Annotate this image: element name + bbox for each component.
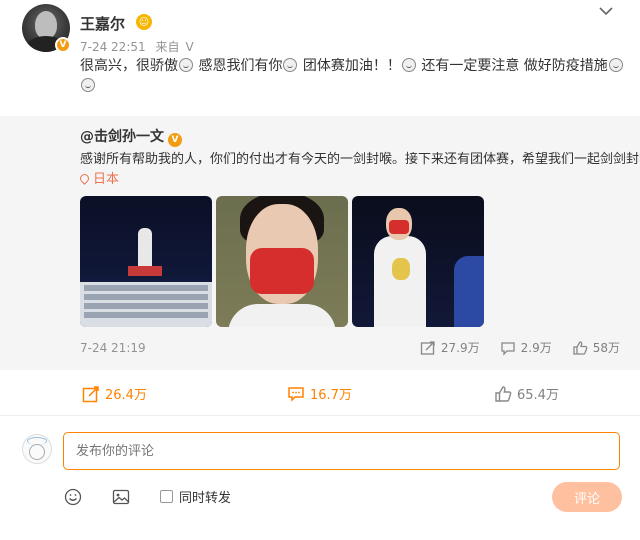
repost-comment-button[interactable]: 2.9万: [500, 339, 552, 356]
photo-portrait[interactable]: [216, 196, 348, 327]
photo-mask: [250, 248, 314, 294]
verified-badge-icon: V: [55, 37, 71, 53]
author-name[interactable]: 王嘉尔: [80, 13, 125, 34]
repost-checkbox[interactable]: [160, 490, 173, 503]
post-meta: 7-24 22:51 来自 V: [80, 38, 200, 55]
repost-author[interactable]: @击剑孙一文 V: [80, 126, 182, 147]
photo-mask: [389, 220, 409, 234]
repost-text: 感谢所有帮助我的人，你们的付出才有今天的一剑封喉。接下来还有团体赛，希望我们一起…: [80, 152, 640, 167]
repost-like-count: 58万: [592, 341, 620, 355]
submit-comment-button[interactable]: 评论: [552, 482, 622, 512]
repost-location[interactable]: 日本: [78, 168, 119, 187]
photo-other-athlete: [454, 256, 484, 327]
collapse-chevron-icon[interactable]: [598, 4, 614, 18]
vip-badge-icon[interactable]: ☺: [136, 14, 152, 30]
photo-flowers: [392, 258, 410, 280]
verified-badge-icon: V: [168, 133, 182, 147]
avatar-head: [29, 444, 45, 460]
commenter-avatar: [22, 434, 52, 464]
comment-icon: [288, 386, 304, 402]
comment-button[interactable]: 16.7万: [287, 384, 352, 403]
photo-figure: [138, 228, 152, 268]
photo-torso: [374, 236, 426, 327]
post-date[interactable]: 7-24 22:51: [80, 40, 146, 54]
repost-comment-count: 2.9万: [520, 341, 552, 355]
post-action-bar: 26.4万 16.7万 65.4万: [0, 370, 640, 416]
repost-location-label[interactable]: 日本: [93, 172, 119, 187]
emoji-icon: [179, 58, 193, 72]
repost-count: 26.4万: [105, 388, 147, 403]
like-count: 65.4万: [517, 388, 559, 403]
photo-scoreboard: [80, 282, 212, 327]
post-header: V 王嘉尔 ☺ 7-24 22:51 来自 V: [22, 4, 622, 56]
post-text: 很高兴，很骄傲 感恩我们有你 团体赛加油！！ 还有一定要注意 做好防疫措施: [80, 56, 625, 96]
repost-actions: 27.9万 2.9万 58万: [400, 339, 620, 356]
emoji-icon: [401, 58, 416, 72]
avatar-face: [35, 11, 57, 39]
repost-repost-button[interactable]: 27.9万: [420, 339, 480, 356]
repost-time[interactable]: 7-24 21:19: [80, 341, 146, 355]
photo-podium[interactable]: [80, 196, 212, 327]
post-text-part: 团体赛加油！！: [302, 58, 401, 74]
photo-ceremony[interactable]: [352, 196, 484, 327]
repost-like-button[interactable]: 58万: [572, 339, 620, 356]
emoji-icon: [608, 58, 623, 72]
like-button[interactable]: 65.4万: [494, 384, 559, 403]
post-text-part: 很高兴，很骄傲: [80, 58, 178, 74]
emoji-icon: [283, 58, 298, 72]
repost-card[interactable]: @击剑孙一文 V 感谢所有帮助我的人，你们的付出才有今天的一剑封喉。接下来还有团体…: [0, 116, 640, 370]
like-icon: [573, 340, 588, 355]
post-text-part: 感恩我们有你: [198, 58, 283, 74]
image-upload-icon[interactable]: [112, 488, 130, 506]
repost-icon: [420, 340, 435, 355]
repost-repost-count: 27.9万: [440, 341, 480, 355]
repost-button[interactable]: 26.4万: [82, 384, 147, 403]
photo-collar: [228, 304, 336, 327]
comment-icon: [500, 341, 515, 356]
post-source-label: 来自: [155, 40, 180, 54]
emoji-icon: [81, 78, 95, 92]
repost-icon: [82, 385, 99, 402]
repost-author-name[interactable]: @击剑孙一文: [80, 129, 164, 145]
emoji-picker-icon[interactable]: [64, 488, 82, 506]
post-source-app[interactable]: V: [185, 40, 193, 54]
photo-podium-block: [128, 266, 162, 276]
repost-option-label[interactable]: 同时转发: [179, 487, 231, 506]
post-text-part: 还有一定要注意 做好防疫措施: [421, 58, 608, 74]
comment-count: 16.7万: [310, 388, 352, 403]
like-icon: [495, 385, 512, 402]
comment-input[interactable]: [63, 432, 620, 470]
comment-tools: 同时转发: [64, 487, 231, 506]
location-pin-icon: [78, 172, 91, 185]
